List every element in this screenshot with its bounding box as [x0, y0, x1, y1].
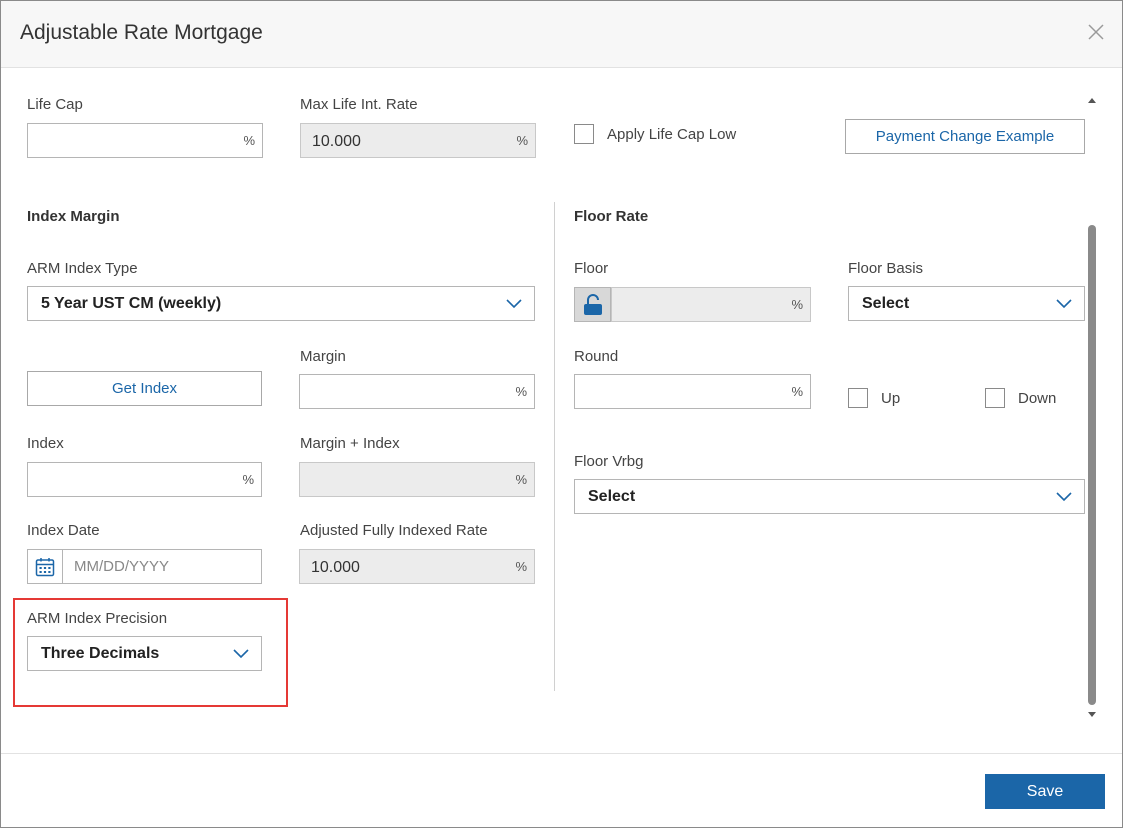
dialog-header: Adjustable Rate Mortgage — [1, 1, 1122, 68]
down-checkbox[interactable] — [985, 388, 1005, 408]
life-cap-input[interactable]: % — [27, 123, 263, 158]
up-label: Up — [881, 390, 901, 407]
apply-life-cap-low-checkbox[interactable] — [574, 124, 594, 144]
percent-unit: % — [515, 384, 527, 399]
arm-index-precision-select[interactable]: Three Decimals — [27, 636, 262, 671]
floor-basis-value: Select — [862, 295, 910, 312]
percent-unit: % — [515, 559, 527, 574]
save-button[interactable]: Save — [985, 774, 1105, 809]
adjusted-rate-value: 10.000 — [311, 559, 360, 576]
dialog-body: Life Cap % Max Life Int. Rate 10.000 % A… — [1, 68, 1122, 753]
index-input[interactable]: % — [27, 462, 262, 497]
round-label: Round — [574, 348, 619, 365]
floor-rate-title: Floor Rate — [574, 208, 649, 225]
dialog-title: Adjustable Rate Mortgage — [20, 21, 263, 44]
adjusted-rate-label: Adjusted Fully Indexed Rate — [300, 522, 488, 539]
index-label: Index — [27, 435, 64, 452]
arm-index-precision-label: ARM Index Precision — [27, 610, 168, 627]
margin-label: Margin — [300, 348, 346, 365]
max-life-rate-value: 10.000 — [312, 133, 361, 150]
payment-change-example-button[interactable]: Payment Change Example — [845, 119, 1085, 154]
scroll-down-arrow-icon[interactable] — [1088, 712, 1096, 717]
index-margin-title: Index Margin — [27, 208, 120, 225]
max-life-rate-label: Max Life Int. Rate — [300, 96, 418, 113]
margin-input[interactable]: % — [299, 374, 535, 409]
chevron-down-icon — [1056, 492, 1072, 502]
adjusted-rate-field: 10.000 % — [299, 549, 535, 584]
margin-plus-index-field: % — [299, 462, 535, 497]
floor-vrbg-label: Floor Vrbg — [574, 453, 644, 470]
close-icon[interactable] — [1085, 21, 1107, 43]
get-index-button[interactable]: Get Index — [27, 371, 262, 406]
index-date-field — [27, 549, 262, 584]
index-date-input[interactable] — [64, 550, 260, 583]
arm-index-type-select[interactable]: 5 Year UST CM (weekly) — [27, 286, 535, 321]
floor-vrbg-select[interactable]: Select — [574, 479, 1085, 514]
life-cap-label: Life Cap — [27, 96, 83, 113]
percent-unit: % — [515, 472, 527, 487]
chevron-down-icon — [1056, 299, 1072, 309]
calendar-icon[interactable] — [28, 550, 63, 583]
arm-index-type-label: ARM Index Type — [27, 260, 138, 277]
scrollbar[interactable] — [1085, 98, 1099, 724]
round-input[interactable]: % — [574, 374, 811, 409]
down-label: Down — [1018, 390, 1057, 407]
index-date-label: Index Date — [27, 522, 100, 539]
floor-label: Floor — [574, 260, 609, 277]
unlock-icon[interactable] — [574, 287, 611, 322]
percent-unit: % — [242, 472, 254, 487]
scroll-thumb[interactable] — [1088, 225, 1096, 705]
chevron-down-icon — [506, 299, 522, 309]
margin-plus-index-label: Margin + Index — [300, 435, 400, 452]
percent-unit: % — [243, 133, 255, 148]
arm-index-type-value: 5 Year UST CM (weekly) — [41, 295, 222, 312]
percent-unit: % — [516, 133, 528, 148]
floor-basis-label: Floor Basis — [848, 260, 924, 277]
percent-unit: % — [791, 384, 803, 399]
section-divider — [554, 202, 555, 691]
floor-basis-select[interactable]: Select — [848, 286, 1085, 321]
scroll-up-arrow-icon[interactable] — [1088, 98, 1096, 103]
max-life-rate-field: 10.000 % — [300, 123, 536, 158]
apply-life-cap-low-label: Apply Life Cap Low — [607, 126, 737, 143]
floor-field: % — [611, 287, 811, 322]
percent-unit: % — [791, 297, 803, 312]
floor-vrbg-value: Select — [588, 488, 636, 505]
up-checkbox[interactable] — [848, 388, 868, 408]
dialog-footer: Save — [1, 753, 1122, 827]
arm-index-precision-value: Three Decimals — [41, 645, 160, 662]
chevron-down-icon — [233, 649, 249, 659]
arm-dialog: Adjustable Rate Mortgage Life Cap % Max … — [0, 0, 1123, 828]
